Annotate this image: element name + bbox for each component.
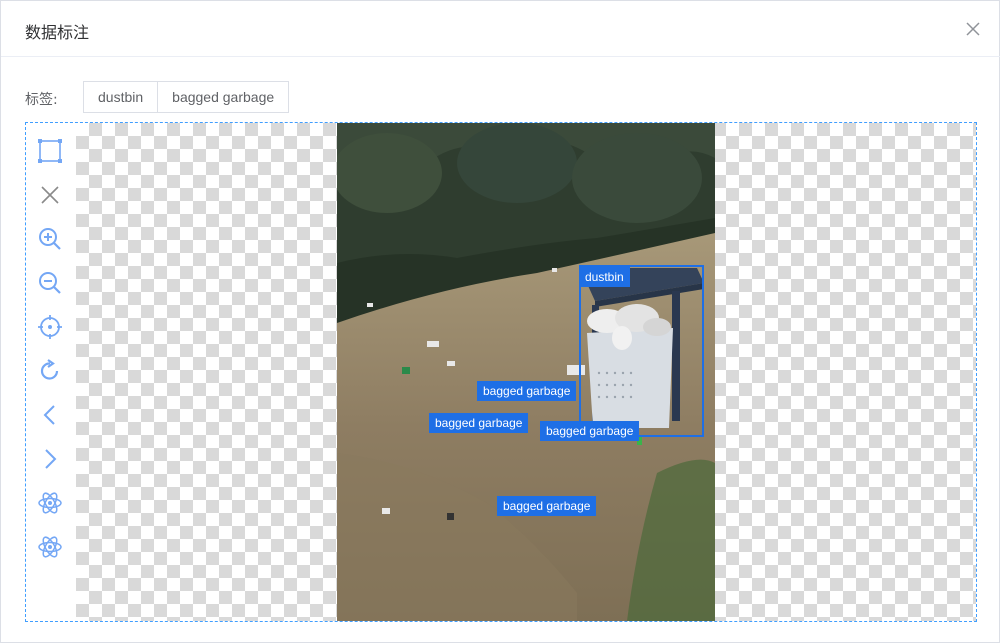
close-icon [966, 22, 980, 36]
zoom-out-icon [39, 272, 61, 294]
rect-tool-button[interactable] [36, 137, 64, 165]
rotate-button[interactable] [36, 357, 64, 385]
dialog-header: 数据标注 [1, 1, 1000, 57]
dustbin-box[interactable]: dustbin [579, 265, 704, 437]
annotation-label[interactable]: bagged garbage [497, 496, 597, 516]
auto-annotate-all-button[interactable] [36, 533, 64, 561]
close-button[interactable] [961, 17, 985, 41]
target-icon [38, 315, 62, 339]
zoom-in-button[interactable] [36, 225, 64, 253]
tag-group: dustbin bagged garbage [83, 81, 290, 113]
annotation-label[interactable]: bagged garbage [477, 381, 577, 401]
rect-select-icon [38, 139, 62, 163]
auto-annotate-button[interactable] [36, 489, 64, 517]
atom-icon [38, 536, 62, 558]
zoom-out-button[interactable] [36, 269, 64, 297]
center-button[interactable] [36, 313, 64, 341]
annotation-label[interactable]: bagged garbage [540, 421, 640, 441]
atom-icon [38, 492, 62, 514]
tag-dustbin-button[interactable]: dustbin [83, 81, 159, 113]
dialog-title: 数据标注 [25, 23, 90, 42]
tool-sidebar [26, 123, 74, 621]
image-canvas[interactable]: dustbin bagged garbage bagged garbage ba… [76, 123, 976, 621]
chevron-left-icon [43, 405, 55, 425]
next-button[interactable] [36, 445, 64, 473]
previous-button[interactable] [36, 401, 64, 429]
chevron-right-icon [45, 449, 57, 469]
clear-icon [41, 186, 59, 204]
annotation-label[interactable]: dustbin [579, 267, 630, 287]
rotate-icon [40, 359, 59, 380]
clear-tool-button[interactable] [36, 181, 64, 209]
label-title: 标签: [25, 92, 58, 108]
tag-bagged-garbage-button[interactable]: bagged garbage [158, 81, 290, 113]
annotation-workspace: dustbin bagged garbage bagged garbage ba… [25, 122, 977, 622]
annotation-label[interactable]: bagged garbage [429, 413, 529, 433]
zoom-in-icon [39, 228, 61, 250]
annotation-dialog: 数据标注 标签: dustbin bagged garbage dustbin … [0, 0, 1000, 643]
